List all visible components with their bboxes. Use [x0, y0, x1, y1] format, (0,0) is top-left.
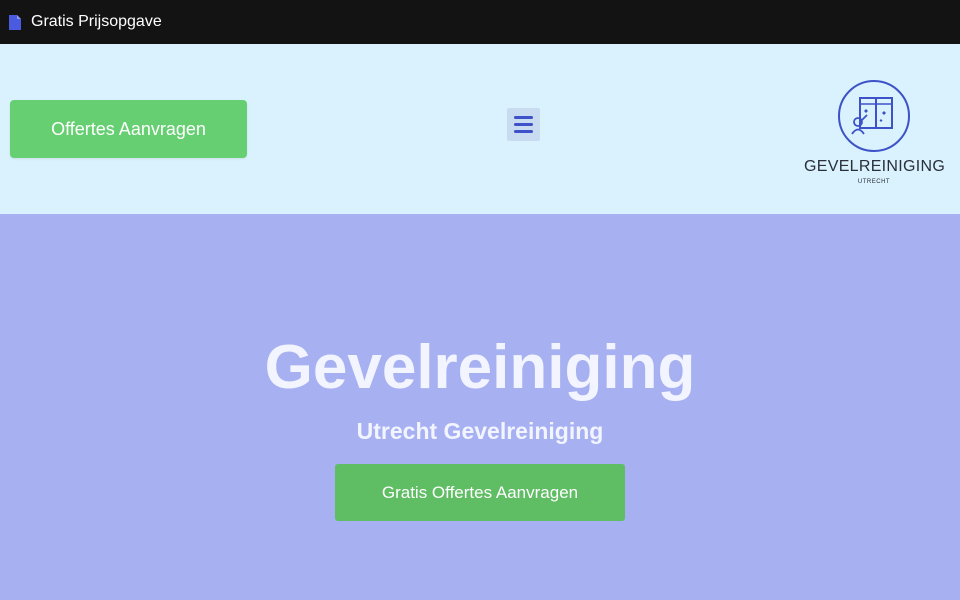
gratis-offertes-aanvragen-button[interactable]: Gratis Offertes Aanvragen	[335, 464, 625, 521]
hero-subtitle: Utrecht Gevelreiniging	[356, 418, 604, 444]
topbar: Gratis Prijsopgave	[0, 0, 960, 44]
hamburger-menu-icon	[514, 116, 533, 119]
window-cleaning-logo-icon	[838, 80, 910, 152]
hero-title: Gevelreiniging	[264, 333, 696, 402]
site-header: Offertes Aanvragen GEVELREINIGING UTRECH…	[0, 44, 960, 214]
site-logo[interactable]: GEVELREINIGING UTRECHT	[804, 78, 946, 198]
hero-section: Gevelreiniging Utrecht Gevelreiniging Gr…	[0, 214, 960, 600]
document-icon	[9, 14, 21, 30]
logo-subtitle: UTRECHT	[857, 179, 891, 185]
logo-name: GEVELREINIGING	[804, 158, 946, 175]
page-tab-title: Gratis Prijsopgave	[31, 13, 162, 30]
hamburger-menu-button[interactable]	[507, 108, 540, 141]
offertes-aanvragen-button[interactable]: Offertes Aanvragen	[10, 100, 247, 158]
